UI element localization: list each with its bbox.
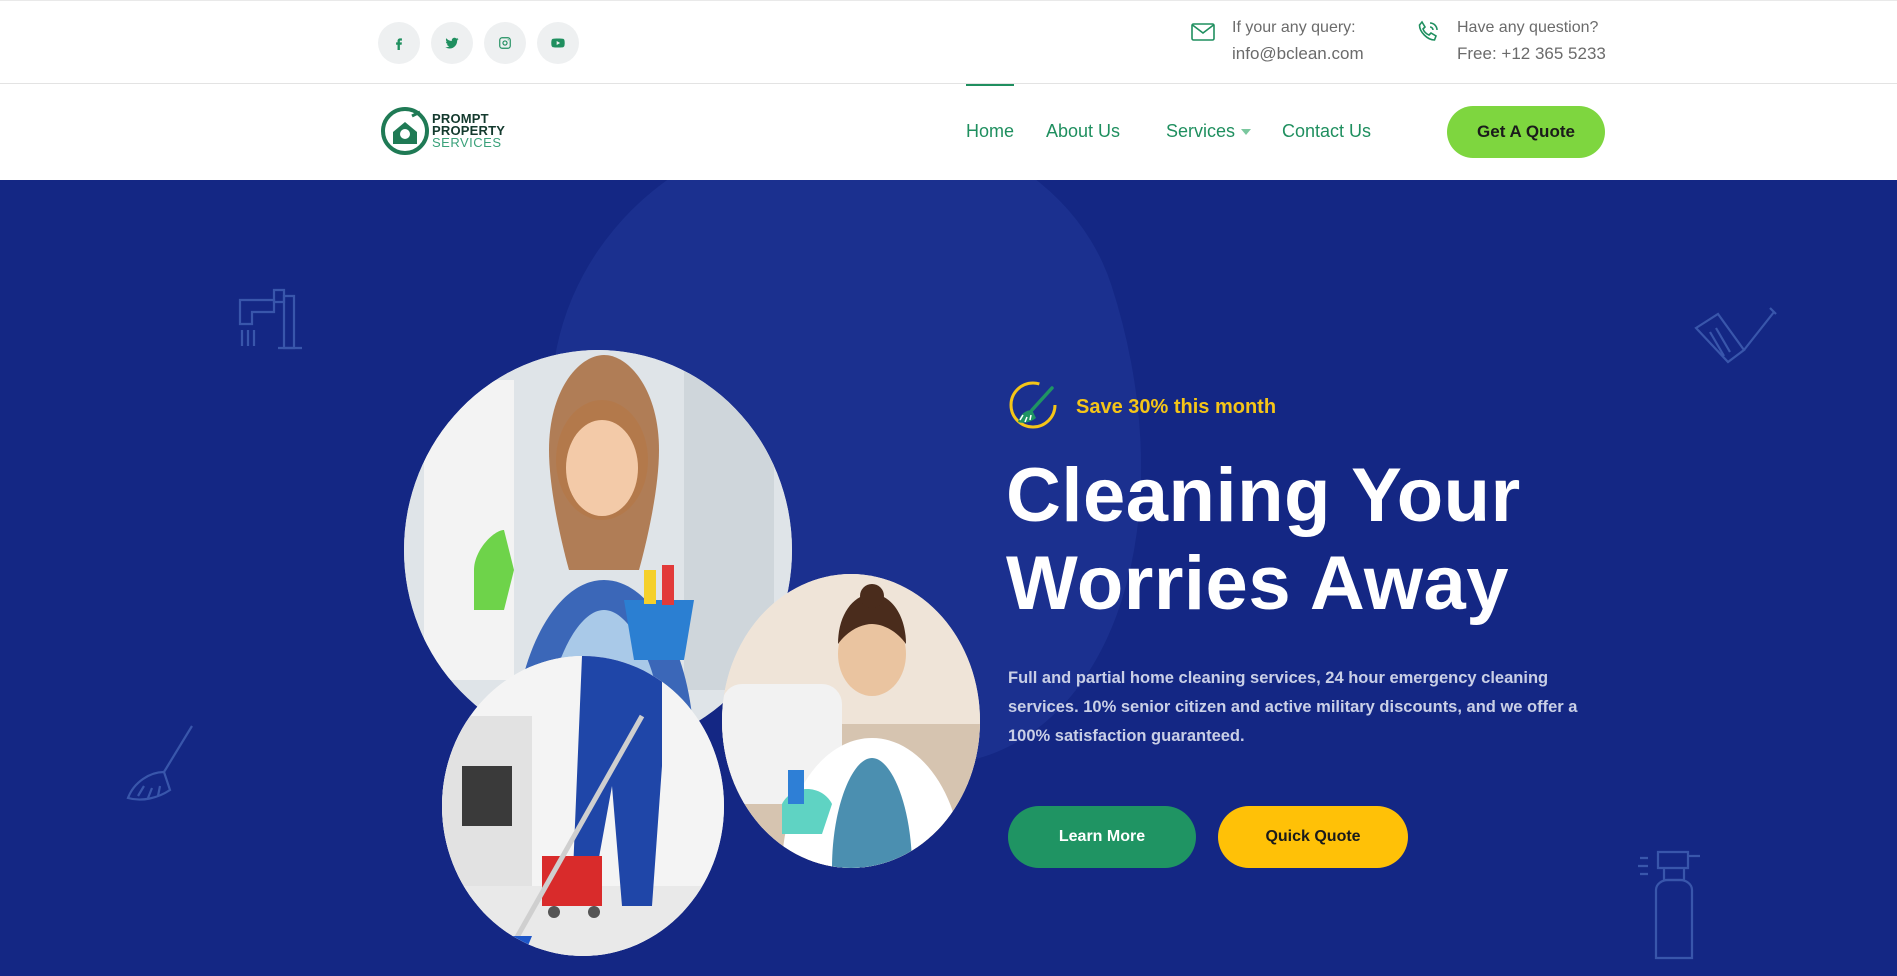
broom-icon [126, 725, 193, 801]
facebook-link[interactable] [378, 22, 420, 64]
broom-badge-icon [1009, 381, 1057, 429]
promo-tagline: Save 30% this month [1008, 380, 1276, 435]
hero-title: Cleaning Your Worries Away [1006, 452, 1626, 628]
nav-item-services[interactable]: Services [1166, 121, 1252, 142]
nav-about-label: About Us [1046, 121, 1121, 141]
nav-home-label: Home [966, 121, 1015, 141]
email-value[interactable]: info@bclean.com [1232, 39, 1364, 69]
hero-description: Full and partial home cleaning services,… [1008, 669, 1578, 745]
instagram-icon [499, 37, 511, 49]
cleaner-photo-sofa [722, 574, 980, 868]
faucet-icon [238, 288, 302, 350]
phone-icon [1418, 20, 1438, 41]
social-links [378, 22, 579, 64]
spray-bottle-icon [1638, 850, 1700, 960]
learn-more-button[interactable]: Learn More [1008, 806, 1196, 868]
phone-value[interactable]: Free: +12 365 5233 [1457, 39, 1606, 69]
nav-contact-label: Contact Us [1282, 121, 1372, 141]
logo-text-line3: SERVICES [432, 135, 502, 150]
youtube-link[interactable] [537, 22, 579, 64]
question-label: Have any question? [1457, 19, 1599, 36]
query-label: If your any query: [1232, 19, 1356, 36]
top-bar: If your any query: info@bclean.com Have … [0, 0, 1897, 84]
instagram-link[interactable] [484, 22, 526, 64]
envelope-icon [1191, 23, 1215, 41]
twitter-link[interactable] [431, 22, 473, 64]
cleaner-photo-mopping [442, 656, 724, 956]
nav-services-label: Services [1166, 121, 1236, 141]
nav-item-home[interactable]: Home [966, 84, 1015, 142]
twitter-icon [445, 37, 459, 49]
promo-text: Save 30% this month [1076, 396, 1277, 418]
phone-contact: Have any question? Free: +12 365 5233 [1415, 17, 1606, 69]
chevron-down-icon [1241, 129, 1252, 136]
logo-icon [381, 107, 429, 155]
dustpan-icon [1694, 307, 1777, 364]
nav-item-contact[interactable]: Contact Us [1282, 121, 1371, 142]
site-logo[interactable]: PROMPT PROPERTY SERVICES [380, 106, 505, 156]
quick-quote-button[interactable]: Quick Quote [1218, 806, 1408, 868]
nav-item-about[interactable]: About Us [1046, 121, 1120, 142]
hero-title-line2: Worries Away [1006, 541, 1510, 626]
hero-title-line1: Cleaning Your [1006, 453, 1521, 538]
main-navbar: PROMPT PROPERTY SERVICES Home About Us S… [0, 84, 1897, 180]
youtube-icon [551, 38, 565, 48]
email-contact: If your any query: info@bclean.com [1190, 17, 1364, 69]
facebook-icon [396, 38, 402, 50]
hero-section: Save 30% this month Cleaning Your Worrie… [0, 180, 1897, 976]
get-quote-button[interactable]: Get A Quote [1447, 106, 1605, 158]
